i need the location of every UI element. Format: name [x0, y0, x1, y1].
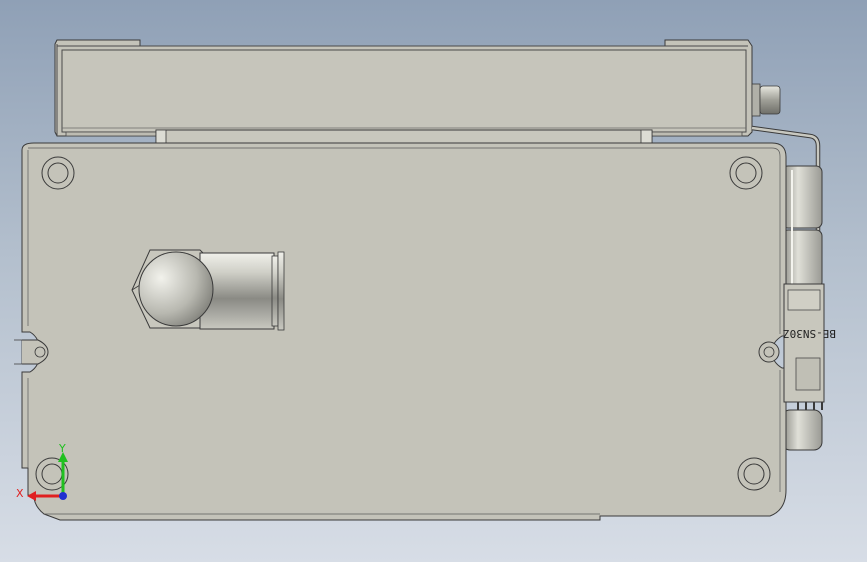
triad-y-label: Y — [58, 442, 66, 455]
slot-right — [758, 341, 780, 363]
pneumatic-fitting — [131, 249, 285, 331]
triad-z-axis-icon — [59, 492, 67, 500]
mounting-hole-bottom-right — [737, 457, 771, 491]
mounting-hole-top-left — [41, 156, 75, 190]
sensor-part-label: BE-SN30Z — [783, 327, 836, 340]
mounting-hole-top-right — [729, 156, 763, 190]
side-knob — [751, 83, 781, 117]
slot-left — [22, 339, 49, 365]
housing-neck — [155, 129, 653, 144]
sensor-block: BE-SN30Z — [783, 283, 836, 410]
top-housing — [54, 39, 753, 137]
main-plate — [14, 142, 787, 521]
cad-viewport[interactable]: BE-SN30Z Y X — [0, 0, 867, 562]
cad-drawing: BE-SN30Z Y X — [14, 39, 836, 521]
triad-x-label: X — [16, 487, 24, 500]
